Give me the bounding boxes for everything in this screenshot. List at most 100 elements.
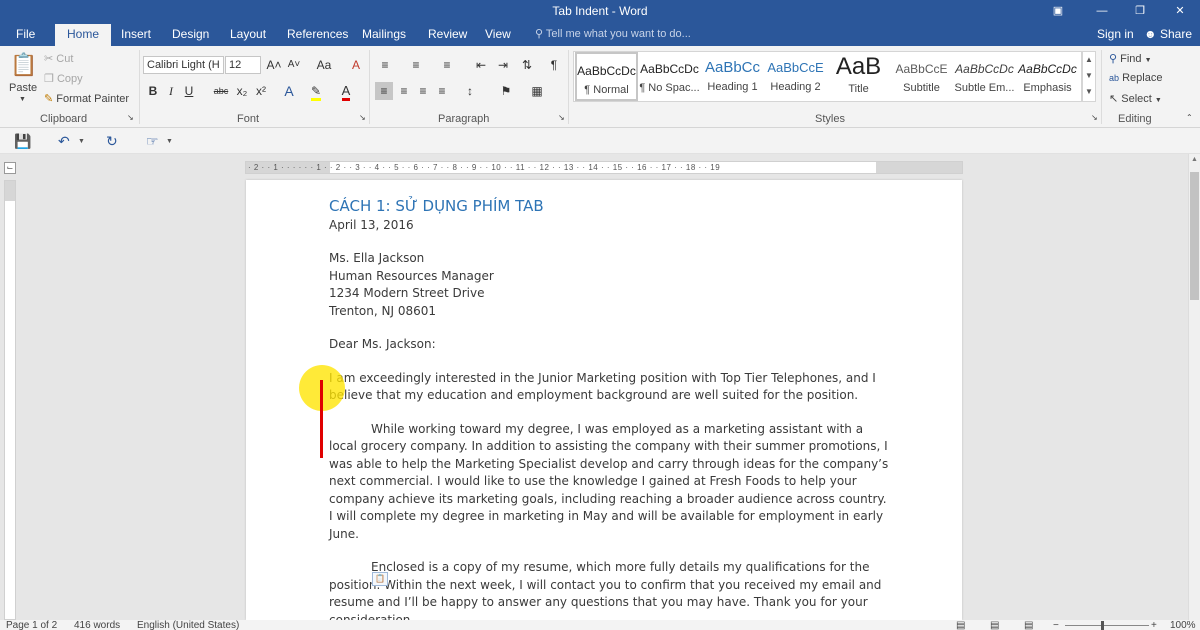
decrease-indent-icon[interactable]: ⇤ xyxy=(472,56,490,74)
undo-dropdown-icon[interactable]: ▼ xyxy=(78,138,85,145)
restore-button[interactable]: ❐ xyxy=(1125,2,1155,20)
style-emphasis[interactable]: AaBbCcDc Emphasis xyxy=(1016,52,1079,101)
document-page[interactable]: CÁCH 1: SỬ DỤNG PHÍM TAB April 13, 2016 … xyxy=(246,180,962,627)
tab-references[interactable]: References xyxy=(287,27,348,41)
bold-button[interactable]: B xyxy=(144,82,162,100)
font-color-icon[interactable]: A xyxy=(337,82,355,101)
font-size-combo[interactable]: 12 xyxy=(225,56,261,74)
more-icon[interactable]: ▼ xyxy=(1085,87,1093,96)
underline-button[interactable]: U xyxy=(180,82,198,100)
read-mode-icon[interactable]: ▤ xyxy=(956,620,965,630)
horizontal-ruler[interactable]: · 2 · · 1 · · · · · · 1 · · 2 · · 3 · · … xyxy=(245,161,963,174)
change-case-button[interactable]: Aa xyxy=(311,56,337,74)
paste-dropdown-icon[interactable]: ▼ xyxy=(19,96,26,103)
tab-home[interactable]: Home xyxy=(55,24,112,46)
paragraph-2[interactable]: While working toward my degree, I was em… xyxy=(329,421,889,544)
tab-review[interactable]: Review xyxy=(428,27,467,41)
chevron-down-icon[interactable]: ▼ xyxy=(1085,71,1093,80)
replace-button[interactable]: ab Replace xyxy=(1109,72,1162,84)
align-left-icon[interactable]: ≡ xyxy=(375,82,393,100)
tell-me-box[interactable]: ⚲ Tell me what you want to do... xyxy=(535,27,691,40)
borders-icon[interactable]: ▦ xyxy=(528,82,546,100)
style-title[interactable]: AaB Title xyxy=(827,52,890,101)
sort-icon[interactable]: ⇅ xyxy=(518,56,536,74)
collapse-ribbon-icon[interactable]: ⌃ xyxy=(1186,113,1193,122)
ribbon-display-icon[interactable]: ▣ xyxy=(1043,2,1073,20)
style-subtle-emphasis[interactable]: AaBbCcDc Subtle Em... xyxy=(953,52,1016,101)
paragraph-3[interactable]: Enclosed is a copy of my resume, which m… xyxy=(329,559,889,629)
language-indicator[interactable]: English (United States) xyxy=(137,620,239,630)
paragraph-1[interactable]: I am exceedingly interested in the Junio… xyxy=(329,370,889,405)
zoom-in-icon[interactable]: + xyxy=(1151,620,1157,630)
vertical-scrollbar[interactable]: ▲ xyxy=(1188,154,1200,620)
style-subtitle[interactable]: AaBbCcE Subtitle xyxy=(890,52,953,101)
document-body[interactable]: CÁCH 1: SỬ DỤNG PHÍM TAB April 13, 2016 … xyxy=(329,197,889,629)
customize-qat-icon[interactable]: ▼ xyxy=(166,138,173,145)
highlight-color-icon[interactable]: ✎ xyxy=(307,82,325,101)
find-button[interactable]: ⚲ Find ▼ xyxy=(1109,52,1152,65)
style-no-spacing[interactable]: AaBbCcDc ¶ No Spac... xyxy=(638,52,701,101)
line-spacing-icon[interactable]: ↕ xyxy=(461,82,479,100)
increase-indent-icon[interactable]: ⇥ xyxy=(494,56,512,74)
grow-font-button[interactable]: A˄ xyxy=(265,56,283,74)
paste-button[interactable]: Paste xyxy=(9,82,37,94)
paragraph-launcher-icon[interactable]: ↘ xyxy=(558,113,565,122)
zoom-slider-thumb[interactable] xyxy=(1101,621,1104,630)
close-button[interactable]: ✕ xyxy=(1165,2,1195,20)
document-heading[interactable]: CÁCH 1: SỬ DỤNG PHÍM TAB xyxy=(329,197,889,216)
scroll-up-icon[interactable]: ▲ xyxy=(1191,156,1198,163)
font-launcher-icon[interactable]: ↘ xyxy=(359,113,366,122)
paste-options-icon[interactable]: 📋 xyxy=(372,572,388,586)
page-count[interactable]: Page 1 of 2 xyxy=(6,620,57,630)
redo-icon[interactable]: ↻ xyxy=(106,133,118,150)
text-effects-icon[interactable]: A xyxy=(280,82,298,100)
address-line[interactable]: 1234 Modern Street Drive xyxy=(329,285,889,303)
chevron-up-icon[interactable]: ▲ xyxy=(1085,55,1093,64)
shading-icon[interactable]: ⚑ xyxy=(497,82,515,100)
format-painter-button[interactable]: ✎ Format Painter xyxy=(44,92,129,105)
copy-button[interactable]: ❐ Copy xyxy=(44,72,83,85)
select-button[interactable]: ↖ Select ▼ xyxy=(1109,92,1162,105)
zoom-out-icon[interactable]: − xyxy=(1053,620,1059,630)
word-count[interactable]: 416 words xyxy=(74,620,120,630)
touch-mode-icon[interactable]: ☞ xyxy=(146,133,159,150)
address-line[interactable]: Trenton, NJ 08601 xyxy=(329,303,889,321)
web-layout-icon[interactable]: ▤ xyxy=(1024,620,1033,630)
scrollbar-thumb[interactable] xyxy=(1190,172,1199,300)
clear-formatting-button[interactable]: A xyxy=(347,56,365,74)
style-heading-1[interactable]: AaBbCc Heading 1 xyxy=(701,52,764,101)
cut-button[interactable]: ✂ Cut xyxy=(44,52,73,65)
show-marks-button[interactable]: ¶ xyxy=(545,56,563,74)
save-icon[interactable]: 💾 xyxy=(14,133,31,150)
italic-button[interactable]: I xyxy=(162,82,180,100)
justify-icon[interactable]: ≡ xyxy=(433,82,451,100)
shrink-font-button[interactable]: A˅ xyxy=(285,56,303,74)
subscript-button[interactable]: x₂ xyxy=(233,82,251,100)
tab-mailings[interactable]: Mailings xyxy=(362,27,406,41)
tab-view[interactable]: View xyxy=(485,27,511,41)
tab-selector-button[interactable]: ⌙ xyxy=(4,162,16,174)
tab-layout[interactable]: Layout xyxy=(230,27,266,41)
undo-icon[interactable]: ↶ xyxy=(58,133,70,150)
strikethrough-button[interactable]: abc xyxy=(210,82,232,100)
tab-file[interactable]: File xyxy=(16,27,35,41)
minimize-button[interactable]: — xyxy=(1087,2,1117,20)
greeting-line[interactable]: Dear Ms. Jackson: xyxy=(329,336,889,354)
paste-icon[interactable]: 📋 xyxy=(10,52,37,78)
style-heading-2[interactable]: AaBbCcE Heading 2 xyxy=(764,52,827,101)
tab-insert[interactable]: Insert xyxy=(121,27,151,41)
print-layout-icon[interactable]: ▤ xyxy=(990,620,999,630)
tab-design[interactable]: Design xyxy=(172,27,209,41)
address-line[interactable]: Ms. Ella Jackson xyxy=(329,250,889,268)
zoom-level[interactable]: 100% xyxy=(1170,620,1196,630)
multilevel-list-icon[interactable]: ≡ xyxy=(438,56,456,74)
zoom-slider[interactable] xyxy=(1065,625,1149,626)
date-line[interactable]: April 13, 2016 xyxy=(329,217,889,235)
bullets-icon[interactable]: ≡ xyxy=(376,56,394,74)
align-center-icon[interactable]: ≡ xyxy=(395,82,413,100)
style-normal[interactable]: AaBbCcDc ¶ Normal xyxy=(575,52,638,101)
align-right-icon[interactable]: ≡ xyxy=(414,82,432,100)
numbering-icon[interactable]: ≡ xyxy=(407,56,425,74)
font-name-combo[interactable]: Calibri Light (H xyxy=(143,56,224,74)
vertical-ruler[interactable] xyxy=(4,180,16,620)
